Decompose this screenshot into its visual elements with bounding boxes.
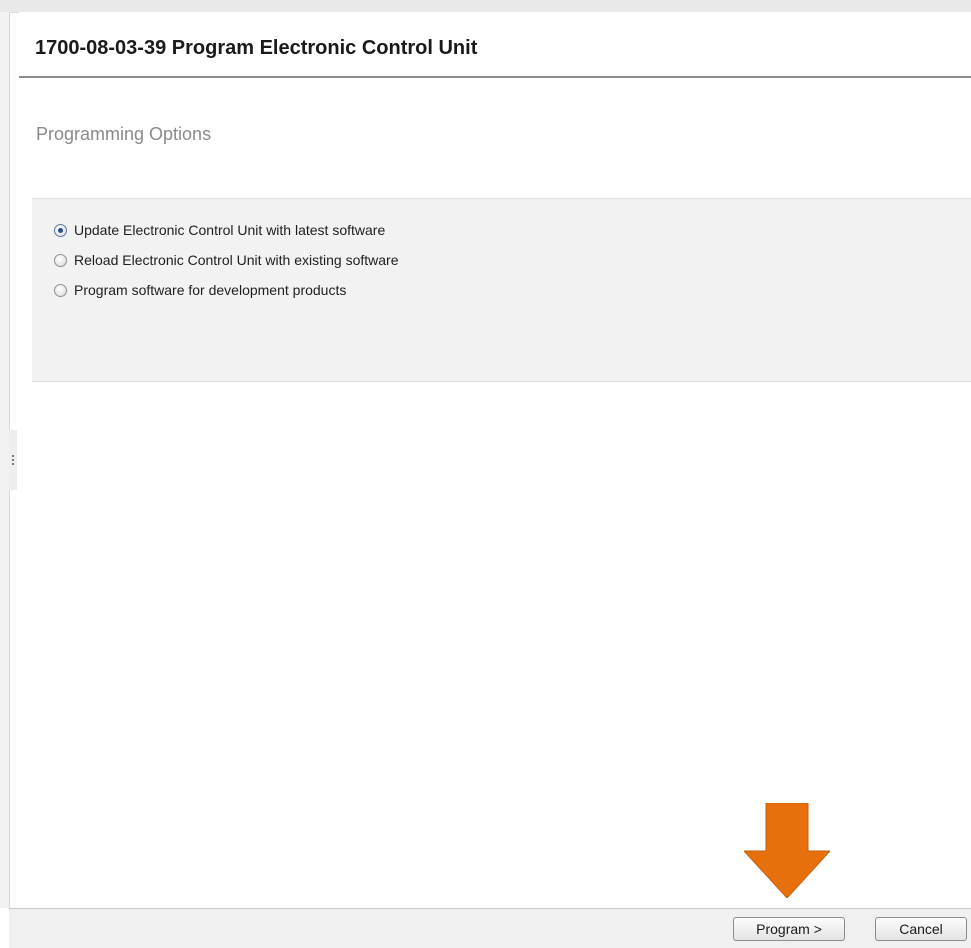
option-label: Reload Electronic Control Unit with exis…	[74, 252, 399, 268]
option-label: Update Electronic Control Unit with late…	[74, 222, 386, 238]
cancel-button[interactable]: Cancel	[875, 917, 967, 941]
radio-unselected-icon[interactable]	[54, 253, 67, 267]
option-update-latest[interactable]: Update Electronic Control Unit with late…	[54, 221, 385, 239]
page-title: 1700-08-03-39 Program Electronic Control…	[35, 37, 478, 59]
down-arrow-shape	[744, 803, 830, 898]
program-button[interactable]: Program >	[733, 917, 845, 941]
option-development-products[interactable]: Program software for development product…	[54, 281, 346, 299]
radio-unselected-icon[interactable]	[54, 283, 67, 297]
option-label: Program software for development product…	[74, 282, 347, 298]
grip-dots-icon	[12, 455, 14, 467]
section-title: Programming Options	[36, 124, 212, 144]
radio-selected-icon[interactable]	[54, 223, 67, 237]
programming-options-panel: Update Electronic Control Unit with late…	[32, 198, 971, 382]
dialog-header: 1700-08-03-39 Program Electronic Control…	[19, 12, 971, 78]
down-arrow-icon	[744, 803, 830, 898]
option-reload-existing[interactable]: Reload Electronic Control Unit with exis…	[54, 251, 398, 269]
dialog-footer: Program > Cancel	[9, 908, 971, 948]
